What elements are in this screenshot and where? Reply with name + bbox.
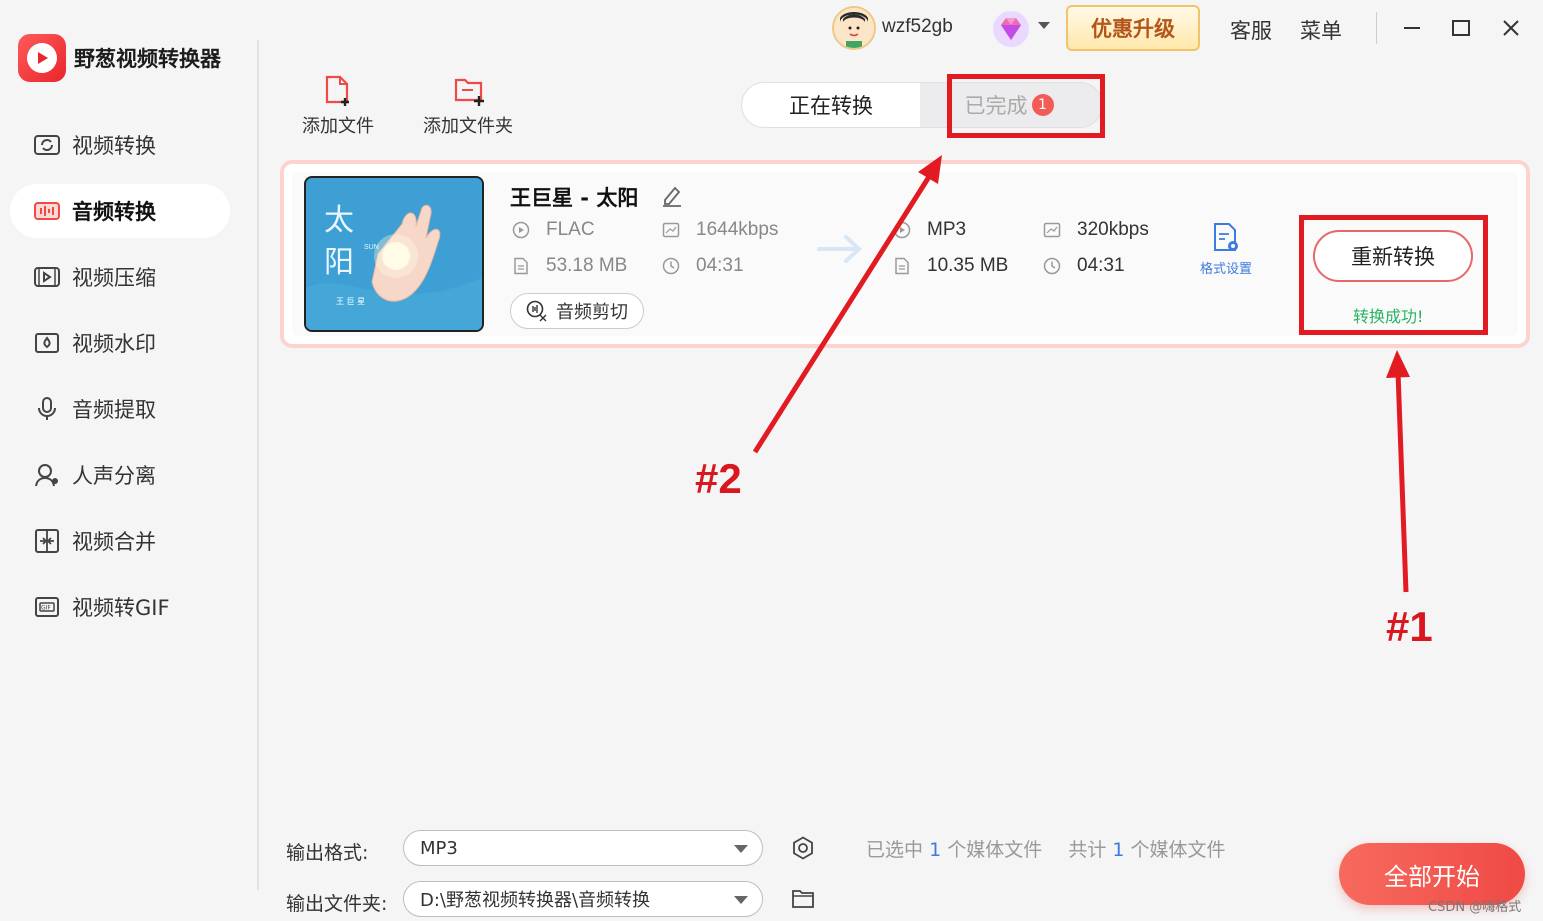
watermark-text: CSDN @嗨格式 (1428, 900, 1522, 915)
format-settings-gear-icon[interactable] (791, 836, 815, 860)
add-file-icon (323, 74, 353, 108)
sidebar-item-label: 人声分离 (72, 464, 156, 488)
total-count: 1 (1112, 839, 1125, 861)
sidebar-item-label: 视频压缩 (72, 266, 156, 290)
add-folder-label: 添加文件夹 (423, 116, 513, 137)
source-size: 53.18 MB (512, 255, 627, 277)
audio-trim-icon (526, 300, 548, 322)
selected-count: 1 (929, 839, 942, 861)
format-disc-icon (512, 221, 530, 239)
source-bitrate: 1644kbps (662, 219, 778, 241)
edit-title-icon[interactable] (660, 183, 684, 207)
app-brand: 野葱视频转换器 (18, 34, 221, 82)
sidebar-item-audio-extract[interactable]: 音频提取 (10, 382, 230, 436)
sidebar-item-video-merge[interactable]: 视频合并 (10, 514, 230, 568)
video-to-gif-icon: GIF (32, 592, 62, 622)
annotation-box-2 (947, 74, 1105, 138)
user-avatar[interactable] (832, 6, 876, 50)
sidebar-item-video-convert[interactable]: 视频转换 (10, 118, 230, 172)
cover-sub-text: SUN (364, 244, 379, 251)
video-convert-icon (32, 130, 62, 160)
convert-arrow-icon (816, 232, 864, 266)
annotation-label-1: #1 (1386, 603, 1433, 650)
audio-trim-button[interactable]: 音频剪切 (510, 293, 644, 329)
song-title: 王巨星 - 太阳 (510, 186, 639, 210)
menu-link[interactable]: 菜单 (1300, 15, 1342, 45)
svg-text:GIF: GIF (41, 605, 51, 612)
sidebar-item-video-compress[interactable]: 视频压缩 (10, 250, 230, 304)
tab-converting[interactable]: 正在转换 (742, 83, 920, 127)
username[interactable]: wzf52gb (882, 16, 953, 38)
sidebar-item-label: 视频水印 (72, 332, 156, 356)
maximize-icon[interactable] (1447, 14, 1475, 42)
annotation-label-2: #2 (695, 455, 742, 502)
minimize-icon[interactable] (1398, 14, 1426, 42)
sidebar-item-label: 音频提取 (72, 398, 156, 422)
cover-title-text: 太 阳 (324, 203, 354, 280)
add-folder-button[interactable]: 添加文件夹 (423, 74, 513, 138)
target-size: 10.35 MB (893, 255, 1008, 277)
upgrade-button[interactable]: 优惠升级 (1066, 5, 1200, 51)
add-file-button[interactable]: 添加文件 (302, 74, 374, 138)
add-folder-icon (453, 74, 484, 108)
format-settings-icon (1211, 222, 1241, 254)
sidebar: 野葱视频转换器 视频转换 音频转换 视频压缩 视频水印 音频提取 人声分离 视频… (0, 0, 258, 921)
file-size-icon (512, 257, 530, 275)
album-cover: 太 阳 SUN 王 巨 星 (304, 176, 484, 332)
sidebar-item-vocal-separate[interactable]: 人声分离 (10, 448, 230, 502)
sidebar-item-label: 音频转换 (72, 200, 156, 224)
annotation-arrow-1 (1386, 350, 1410, 593)
sidebar-item-label: 视频合并 (72, 530, 156, 554)
clock-icon (662, 257, 680, 275)
open-folder-icon[interactable] (791, 888, 815, 910)
vip-dropdown-caret-icon[interactable] (1038, 22, 1050, 29)
bitrate-icon (662, 221, 680, 239)
output-folder-label: 输出文件夹: (286, 893, 388, 915)
video-merge-icon (32, 526, 62, 556)
output-format-select[interactable]: MP3 (403, 830, 763, 866)
close-icon[interactable] (1497, 14, 1525, 42)
customer-service-link[interactable]: 客服 (1230, 15, 1272, 45)
chevron-down-icon (734, 845, 748, 853)
titlebar-separator (1376, 12, 1377, 44)
sidebar-item-label: 视频转GIF (72, 596, 170, 620)
add-file-label: 添加文件 (302, 116, 374, 137)
target-format: MP3 (893, 219, 966, 241)
vip-diamond-icon[interactable] (990, 8, 1032, 50)
cover-artist-text: 王 巨 星 (336, 297, 366, 306)
selection-stats: 已选中 1 个媒体文件 共计 1 个媒体文件 (866, 839, 1226, 861)
sidebar-item-audio-convert[interactable]: 音频转换 (10, 184, 230, 238)
format-settings-button[interactable]: 格式设置 (1200, 222, 1252, 277)
file-size-icon (893, 257, 911, 275)
audio-extract-icon (32, 394, 62, 424)
source-duration: 04:31 (662, 255, 744, 277)
sidebar-item-video-to-gif[interactable]: GIF 视频转GIF (10, 580, 230, 634)
format-disc-icon (893, 221, 911, 239)
sidebar-item-label: 视频转换 (72, 134, 156, 158)
sidebar-nav: 视频转换 音频转换 视频压缩 视频水印 音频提取 人声分离 视频合并 GIF 视… (10, 118, 230, 646)
app-logo-icon (18, 34, 66, 82)
chevron-down-icon (734, 896, 748, 904)
clock-icon (1043, 257, 1061, 275)
sidebar-divider (257, 40, 259, 890)
app-name: 野葱视频转换器 (74, 47, 221, 71)
video-watermark-icon (32, 328, 62, 358)
target-duration: 04:31 (1043, 255, 1125, 277)
bitrate-icon (1043, 221, 1061, 239)
output-format-label: 输出格式: (286, 842, 369, 864)
output-folder-select[interactable]: D:\野葱视频转换器\音频转换 (403, 881, 763, 917)
source-format: FLAC (512, 219, 595, 241)
vocal-separate-icon (32, 460, 62, 490)
video-compress-icon (32, 262, 62, 292)
sidebar-item-video-watermark[interactable]: 视频水印 (10, 316, 230, 370)
target-bitrate: 320kbps (1043, 219, 1149, 241)
audio-convert-icon (32, 196, 62, 226)
annotation-box-1 (1299, 215, 1488, 335)
